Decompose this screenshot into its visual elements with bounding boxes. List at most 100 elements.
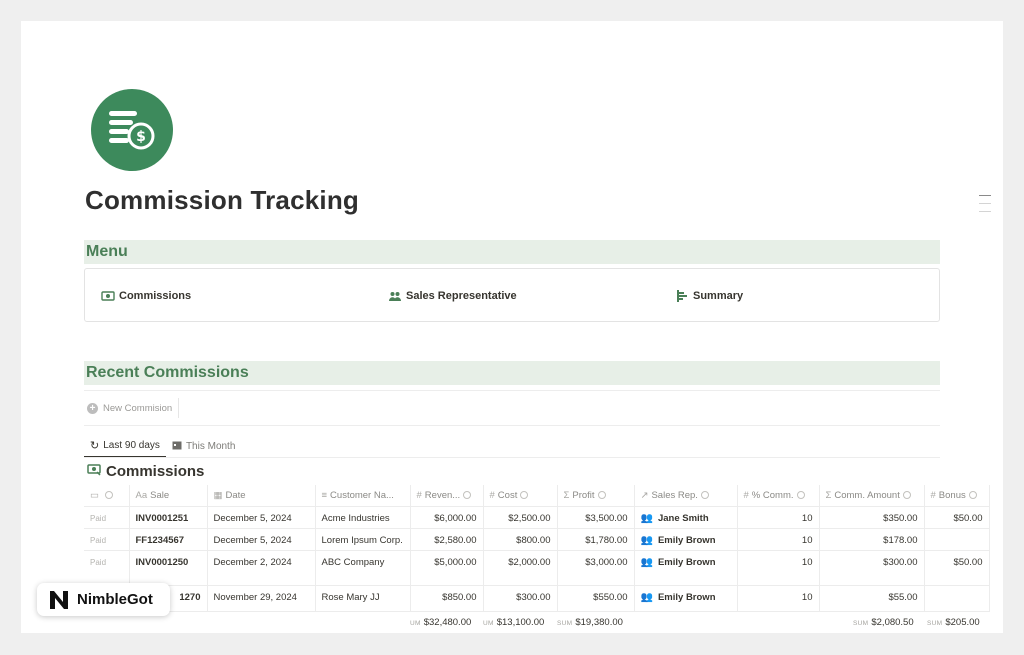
column-header-sale[interactable]: Aa Sale: [129, 485, 208, 507]
date-cell[interactable]: December 5, 2024: [207, 528, 316, 551]
revenue-cell[interactable]: $2,580.00: [410, 528, 484, 551]
column-header-profit[interactable]: Σ Profit: [557, 485, 635, 507]
formula-icon: Σ: [563, 489, 570, 501]
column-header-bonus[interactable]: # Bonus: [924, 485, 990, 507]
nimblegot-logo-icon: [47, 588, 71, 612]
status-cell[interactable]: Paid: [84, 506, 130, 529]
comm-amount-cell: $178.00: [819, 528, 925, 551]
bonus-cell[interactable]: $50.00: [924, 550, 990, 586]
pct-comm-cell[interactable]: 10: [737, 528, 820, 551]
sales-rep-cell[interactable]: 👥 Emily Brown: [634, 585, 738, 612]
column-header-cost[interactable]: # Cost: [483, 485, 558, 507]
money-icon: [87, 463, 102, 480]
date-cell[interactable]: December 2, 2024: [207, 550, 316, 586]
sales-rep-cell[interactable]: 👥 Emily Brown: [634, 528, 738, 551]
pct-comm-cell[interactable]: 10: [737, 506, 820, 529]
menu-item-label: Commissions: [119, 290, 192, 302]
sum-profit[interactable]: SUM $19,380.00: [557, 617, 623, 633]
revenue-cell[interactable]: $850.00: [410, 585, 484, 612]
cost-cell[interactable]: $300.00: [483, 585, 558, 612]
column-header-pct-comm[interactable]: #% Comm.: [737, 485, 820, 507]
table-row[interactable]: Paid FF1234567 December 5, 2024 Lorem Ip…: [84, 528, 990, 551]
coins-dollar-icon: $: [91, 89, 173, 171]
menu-item-label: Summary: [693, 290, 744, 302]
column-header-comm-amount[interactable]: Σ Comm. Amount: [819, 485, 925, 507]
customer-cell[interactable]: Lorem Ipsum Corp.: [315, 528, 411, 551]
refresh-icon: ↻: [90, 439, 100, 452]
view-tabs: ↻ Last 90 days This Month: [84, 434, 241, 458]
sale-cell[interactable]: INV0001250: [129, 550, 208, 586]
info-icon: [597, 490, 606, 499]
nimblegot-badge[interactable]: NimbleGot: [37, 583, 170, 616]
info-icon: [104, 490, 113, 499]
column-header-sales-rep[interactable]: ↗ Sales Rep.: [634, 485, 738, 507]
profit-cell: $550.00: [557, 585, 635, 612]
cost-cell[interactable]: $800.00: [483, 528, 558, 551]
customer-cell[interactable]: Rose Mary JJ: [315, 585, 411, 612]
tab-last-90-days[interactable]: ↻ Last 90 days: [84, 434, 166, 458]
bonus-cell[interactable]: [924, 585, 990, 612]
customer-cell[interactable]: ABC Company: [315, 550, 411, 586]
text-icon: Aa: [135, 489, 148, 501]
formula-icon: Σ: [825, 489, 832, 501]
divider: [84, 390, 940, 391]
cost-cell[interactable]: $2,000.00: [483, 550, 558, 586]
info-icon: [902, 490, 911, 499]
table-row[interactable]: Paid INV0001250 December 2, 2024 ABC Com…: [84, 550, 990, 586]
comm-amount-cell: $300.00: [819, 550, 925, 586]
table-of-contents-icon[interactable]: [979, 195, 991, 219]
people-icon: 👥: [640, 556, 653, 568]
profit-cell: $3,000.00: [557, 550, 635, 586]
cost-cell[interactable]: $2,500.00: [483, 506, 558, 529]
sale-cell[interactable]: FF1234567: [129, 528, 208, 551]
menu-item-sales-representative[interactable]: Sales Representative: [388, 269, 517, 323]
column-header-date[interactable]: ▦ Date: [207, 485, 316, 507]
profit-cell: $3,500.00: [557, 506, 635, 529]
bonus-cell[interactable]: [924, 528, 990, 551]
pct-comm-cell[interactable]: 10: [737, 585, 820, 612]
info-icon: [700, 490, 709, 499]
info-icon: [463, 490, 472, 499]
revenue-cell[interactable]: $6,000.00: [410, 506, 484, 529]
menu-item-summary[interactable]: Summary: [675, 269, 743, 323]
sum-comm-amount[interactable]: SUM $2,080.50: [853, 617, 914, 633]
comm-amount-cell: $350.00: [819, 506, 925, 529]
database-title: Commissions: [87, 463, 204, 480]
column-header-status[interactable]: ▭: [84, 485, 130, 507]
comm-amount-cell: $55.00: [819, 585, 925, 612]
status-cell[interactable]: Paid: [84, 528, 130, 551]
divider: [84, 457, 940, 458]
sum-bonus[interactable]: SUM $205.00: [927, 617, 980, 633]
tab-this-month[interactable]: This Month: [166, 434, 241, 458]
revenue-cell[interactable]: $5,000.00: [410, 550, 484, 586]
table-row[interactable]: Paid INV0001251 December 5, 2024 Acme In…: [84, 506, 990, 529]
divider: [84, 425, 940, 426]
date-cell[interactable]: December 5, 2024: [207, 506, 316, 529]
calendar-icon: [172, 440, 182, 453]
info-icon: [968, 490, 977, 499]
pct-comm-cell[interactable]: 10: [737, 550, 820, 586]
sales-rep-cell[interactable]: 👥 Jane Smith: [634, 506, 738, 529]
status-cell[interactable]: Paid: [84, 550, 130, 586]
status-icon: ▭: [90, 489, 99, 501]
sales-rep-cell[interactable]: 👥 Emily Brown: [634, 550, 738, 586]
bonus-cell[interactable]: $50.00: [924, 506, 990, 529]
sale-cell[interactable]: INV0001251: [129, 506, 208, 529]
column-header-customer[interactable]: ≡ Customer Na...: [315, 485, 411, 507]
info-icon: [796, 490, 805, 499]
menu-item-commissions[interactable]: Commissions: [101, 269, 191, 323]
new-commission-label: New Commision: [103, 402, 173, 414]
column-header-revenue[interactable]: # Reven...: [410, 485, 484, 507]
customer-cell[interactable]: Acme Industries: [315, 506, 411, 529]
recent-commissions-heading: Recent Commissions: [84, 361, 940, 385]
sum-revenue[interactable]: UM $32,480.00: [410, 617, 471, 633]
menu-heading: Menu: [84, 240, 940, 264]
table-header-row: ▭ Aa Sale ▦ Date ≡ Customer Na... # Reven...…: [84, 485, 990, 507]
new-commission-button[interactable]: + New Commision: [87, 398, 180, 418]
plus-icon: +: [87, 402, 98, 414]
sum-cost[interactable]: UM $13,100.00: [483, 617, 544, 633]
date-cell[interactable]: November 29, 2024: [207, 585, 316, 612]
svg-text:$: $: [136, 129, 146, 145]
table-row[interactable]: 1270 November 29, 2024 Rose Mary JJ $850…: [84, 585, 990, 612]
number-icon: #: [416, 489, 422, 501]
